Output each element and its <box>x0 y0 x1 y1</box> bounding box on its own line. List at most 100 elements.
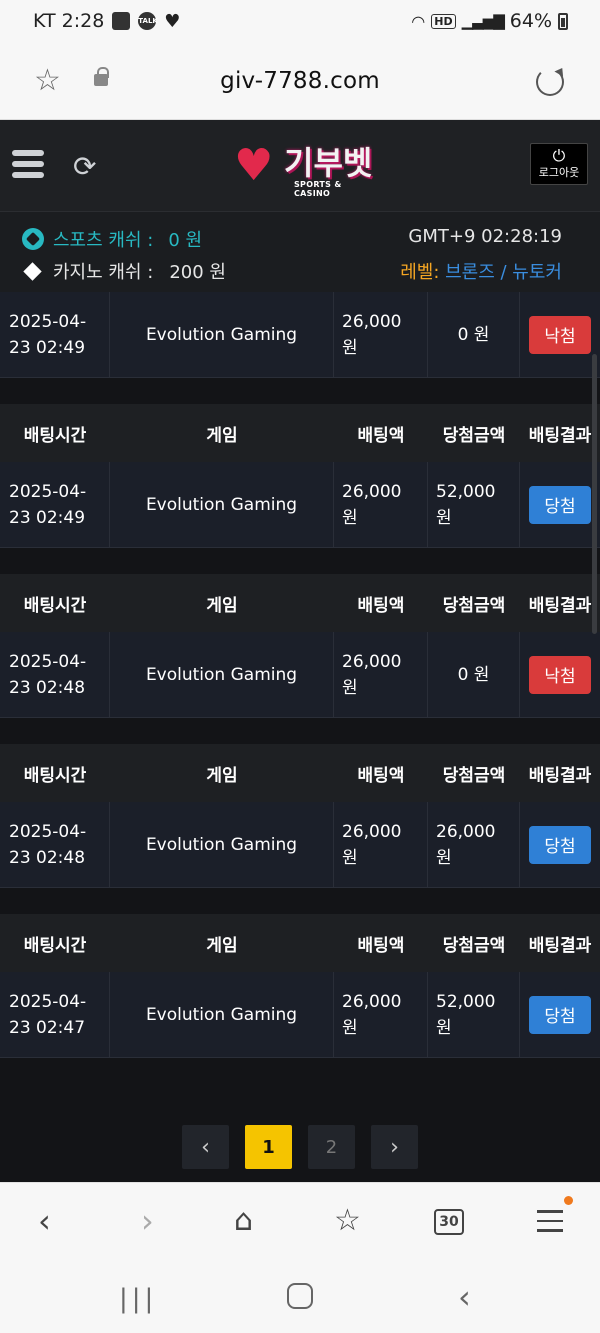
header-cell: 배팅액 <box>357 595 405 616</box>
battery-icon <box>558 12 568 30</box>
win-amount-cell: 52,000 원 <box>428 972 520 1057</box>
bet-history-list: 2025-04- 23 02:49 Evolution Gaming 26,000 원 0… <box>0 292 600 1182</box>
win-amount-cell: 0 원 <box>428 632 520 717</box>
home-icon[interactable]: ⌂ <box>234 1203 253 1239</box>
bookmarks-icon[interactable]: ☆ <box>334 1203 361 1239</box>
casino-cash: 카지노 캐쉬 : 200 원 <box>22 258 226 284</box>
header-cell: 배팅액 <box>357 765 405 786</box>
gallery-icon <box>112 12 131 30</box>
scrollbar[interactable] <box>592 354 597 634</box>
win-amount-unit: 원 <box>436 1017 452 1038</box>
hamburger-menu-icon[interactable] <box>12 150 44 180</box>
logo-text: 기부벳 <box>284 144 373 182</box>
header-cell: 배팅결과 <box>528 935 592 956</box>
page-1-button[interactable]: 1 <box>245 1125 292 1169</box>
bet-amount-cell: 26,000 원 <box>334 292 428 377</box>
status-bar: KT 2:28 TALK ♥ ◠ HD ▁▃▅▇ 64% <box>0 0 600 44</box>
logo-subtext: SPORTS & CASINO <box>294 180 342 198</box>
recents-icon[interactable]: ||| <box>119 1284 157 1314</box>
bet-time-cell: 2025-04- 23 02:49 <box>0 462 110 547</box>
page-2-button[interactable]: 2 <box>308 1125 355 1169</box>
system-home-icon[interactable] <box>287 1283 313 1309</box>
tabs-icon[interactable]: 30 <box>434 1209 464 1235</box>
win-amount-cell: 0 원 <box>428 292 520 377</box>
kakaotalk-icon: TALK <box>138 12 158 30</box>
header-cell: 당첨금액 <box>442 425 506 446</box>
result-cell: 낙첨 <box>520 632 600 717</box>
result-cell: 당첨 <box>520 462 600 547</box>
game-cell: Evolution Gaming <box>110 972 334 1057</box>
reload-icon[interactable] <box>536 68 564 96</box>
table-header: 배팅시간 게임 배팅액 당첨금액 배팅결과 <box>0 914 600 972</box>
casino-cash-label: 카지노 캐쉬 : <box>53 262 154 283</box>
game-name: Evolution Gaming <box>145 494 298 515</box>
pagination: ‹ 1 2 › <box>182 1125 418 1169</box>
logout-label: 로그아웃 <box>538 166 580 179</box>
win-amount: 26,000 <box>436 821 496 842</box>
table-gap <box>0 378 600 404</box>
bet-date: 2025-04- <box>9 651 87 672</box>
table-gap <box>0 888 600 914</box>
game-name: Evolution Gaming <box>145 324 298 345</box>
game-cell: Evolution Gaming <box>110 292 334 377</box>
bet-amount-unit: 원 <box>342 1017 358 1038</box>
system-back-icon[interactable]: ‹ <box>458 1278 471 1316</box>
header-cell: 게임 <box>206 425 238 446</box>
header-cell: 게임 <box>206 765 238 786</box>
win-amount-cell: 26,000 원 <box>428 802 520 887</box>
server-clock: GMT+9 02:28:19 <box>408 226 562 247</box>
browser-menu-icon[interactable] <box>537 1210 563 1239</box>
result-badge[interactable]: 당첨 <box>529 825 591 864</box>
next-page-button[interactable]: › <box>371 1125 418 1169</box>
table-header: 배팅시간 게임 배팅액 당첨금액 배팅결과 <box>0 404 600 462</box>
sports-cash-label: 스포츠 캐쉬 : <box>53 230 154 251</box>
table-gap <box>0 548 600 574</box>
user-level: 레벨: 브론즈 / 뉴토커 <box>400 258 562 284</box>
wifi-icon: ◠ <box>411 11 426 31</box>
win-amount: 0 원 <box>457 664 490 685</box>
bet-time: 23 02:48 <box>9 677 86 698</box>
bet-time-cell: 2025-04- 23 02:48 <box>0 632 110 717</box>
account-info-bar: 스포츠 캐쉬 : 0 원 카지노 캐쉬 : 200 원 GMT+9 02:28:… <box>0 212 600 292</box>
bet-row: 2025-04- 23 02:47 Evolution Gaming 26,000 원 5… <box>0 972 600 1058</box>
bet-amount: 26,000 <box>342 991 402 1012</box>
bet-date: 2025-04- <box>9 481 87 502</box>
bet-time: 23 02:47 <box>9 1017 86 1038</box>
win-amount-cell: 52,000 원 <box>428 462 520 547</box>
site-logo[interactable]: ♥ 기부벳 SPORTS & CASINO <box>234 144 374 199</box>
prev-page-button[interactable]: ‹ <box>182 1125 229 1169</box>
carrier-time: KT 2:28 <box>33 10 105 32</box>
bet-time-cell: 2025-04- 23 02:47 <box>0 972 110 1057</box>
bet-amount-cell: 26,000 원 <box>334 632 428 717</box>
bet-amount: 26,000 <box>342 481 402 502</box>
bet-date: 2025-04- <box>9 991 87 1012</box>
back-icon[interactable]: ‹ <box>38 1203 51 1239</box>
bet-amount-unit: 원 <box>342 847 358 868</box>
url-text[interactable]: giv-7788.com <box>0 68 600 94</box>
site-header: ⟳ ♥ 기부벳 SPORTS & CASINO <box>0 120 600 212</box>
game-cell: Evolution Gaming <box>110 632 334 717</box>
system-nav-bar: ||| ‹ <box>0 1262 600 1333</box>
result-badge[interactable]: 당첨 <box>529 995 591 1034</box>
browser-bottom-nav: ‹ › ⌂ ☆ 30 <box>0 1182 600 1262</box>
game-name: Evolution Gaming <box>145 834 298 855</box>
refresh-icon[interactable]: ⟳ <box>73 153 96 181</box>
bet-time-cell: 2025-04- 23 02:48 <box>0 802 110 887</box>
power-icon: ⏻ <box>552 146 566 165</box>
result-badge[interactable]: 낙첨 <box>529 655 591 694</box>
heart-notification-icon: ♥ <box>164 10 181 32</box>
logout-button[interactable]: ⏻ 로그아웃 <box>530 143 588 185</box>
result-badge[interactable]: 낙첨 <box>529 315 591 354</box>
forward-icon[interactable]: › <box>141 1203 154 1239</box>
header-cell: 배팅액 <box>357 425 405 446</box>
battery-percent: 64% <box>509 10 552 32</box>
bet-time-cell: 2025-04- 23 02:49 <box>0 292 110 377</box>
result-badge[interactable]: 당첨 <box>529 485 591 524</box>
win-amount: 52,000 <box>436 481 496 502</box>
bet-row: 2025-04- 23 02:48 Evolution Gaming 26,000 원 2… <box>0 802 600 888</box>
header-cell: 배팅시간 <box>23 425 87 446</box>
bet-amount-unit: 원 <box>342 677 358 698</box>
bet-amount-cell: 26,000 원 <box>334 802 428 887</box>
bet-date: 2025-04- <box>9 821 87 842</box>
sports-cash-value: 0 원 <box>168 230 203 251</box>
